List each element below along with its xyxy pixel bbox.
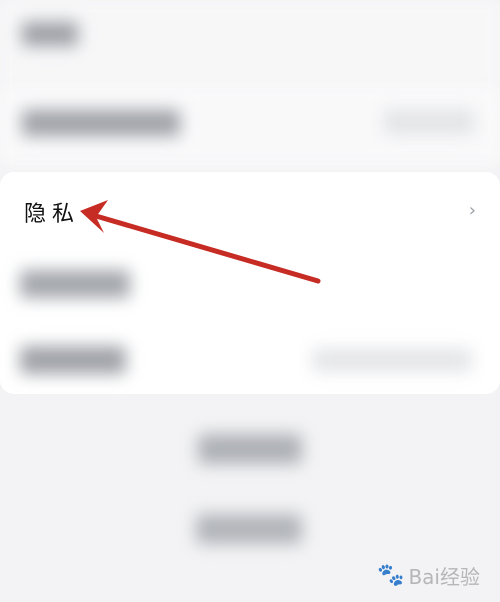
watermark-text: Bai经验 [408, 565, 480, 589]
blurred-bottom-button[interactable] [198, 434, 302, 464]
privacy-label: 隐私 [24, 202, 81, 227]
blurred-row-value [312, 348, 472, 372]
baidu-watermark: 🐾 Bai经验 [377, 561, 480, 590]
blurred-setting-value [384, 110, 474, 134]
blurred-row-label[interactable] [20, 346, 126, 374]
blurred-setting-label [22, 110, 180, 136]
baidu-paw-icon: 🐾 [377, 563, 405, 588]
blurred-row-label[interactable] [20, 270, 130, 298]
blurred-section-title [22, 22, 78, 46]
blurred-bottom-button[interactable] [196, 514, 302, 544]
chevron-right-icon: › [468, 200, 476, 221]
settings-page: 隐私 › 🐾 Bai经验 [0, 0, 500, 602]
